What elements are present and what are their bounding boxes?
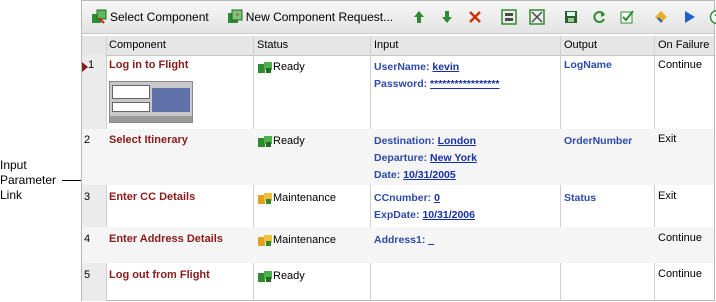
component-status: Maintenance	[257, 190, 336, 206]
on-failure-value[interactable]: Continue	[658, 232, 702, 244]
on-failure-value[interactable]: Continue	[658, 59, 702, 71]
input-parameter: Address1: _	[374, 234, 435, 246]
component-row[interactable]: 3 Enter CC Details Maintenance CCnumber:…	[82, 185, 714, 227]
row-number: 1	[88, 59, 95, 71]
checkbox-check-icon	[619, 9, 635, 25]
component-name[interactable]: Log out from Flight	[109, 269, 210, 281]
on-failure-value[interactable]: Exit	[658, 190, 676, 202]
input-parameters: UserName: kevin Password: **************…	[374, 59, 500, 93]
component-snapshot-thumbnail[interactable]	[109, 81, 193, 123]
input-parameter-link[interactable]: kevin	[432, 61, 459, 73]
column-header-input[interactable]: Input	[374, 39, 398, 51]
component-ready-icon	[257, 268, 273, 284]
input-parameter: Password: *****************	[374, 78, 500, 90]
save-button[interactable]	[558, 4, 584, 30]
component-name[interactable]: Enter Address Details	[109, 233, 223, 245]
column-header-output[interactable]: Output	[564, 39, 597, 51]
input-parameter: Destination: London	[374, 135, 477, 147]
output-parameter[interactable]: OrderNumber	[564, 135, 632, 147]
input-parameter: Departure: New York	[374, 152, 477, 164]
on-failure-value[interactable]: Continue	[658, 268, 702, 280]
svg-text:*: *	[236, 12, 239, 21]
move-down-button[interactable]	[434, 4, 460, 30]
select-component-icon	[91, 9, 107, 25]
row-number: 5	[84, 269, 91, 281]
run-button[interactable]	[676, 4, 702, 30]
output-parameter[interactable]: LogName	[564, 59, 612, 71]
toolbar: Select Component * New Component Request…	[82, 1, 716, 34]
component-name[interactable]: Enter CC Details	[109, 191, 195, 203]
input-parameter: ExpDate: 10/31/2006	[374, 209, 475, 221]
input-parameter-link[interactable]: New York	[430, 152, 477, 164]
component-status: Ready	[257, 268, 305, 284]
column-header-on-failure[interactable]: On Failure	[658, 39, 709, 51]
input-parameter-link[interactable]: 0	[434, 192, 440, 204]
grid-header: Component Status Input Output On Failure	[82, 36, 714, 56]
output-parameter[interactable]: Status	[564, 192, 596, 204]
input-parameters: Address1: _	[374, 232, 434, 249]
parameters-icon	[653, 9, 669, 25]
component-status: Maintenance	[257, 232, 336, 248]
callout-line-2: Parameter	[0, 173, 57, 187]
input-parameter-link[interactable]: 10/31/2005	[403, 169, 456, 181]
component-ready-icon	[257, 133, 273, 149]
component-ready-icon	[257, 59, 273, 75]
parameters-button[interactable]	[648, 4, 674, 30]
check-button[interactable]	[614, 4, 640, 30]
input-parameters: CCnumber: 0 ExpDate: 10/31/2006	[374, 190, 475, 224]
input-parameters: Destination: London Departure: New York …	[374, 133, 477, 184]
component-row[interactable]: 5 Log out from Flight Ready Continue	[82, 263, 714, 301]
ungroup-components-button[interactable]	[524, 4, 550, 30]
row-number: 3	[84, 191, 91, 203]
input-parameter-link[interactable]: 10/31/2006	[422, 209, 475, 221]
play-icon	[681, 9, 697, 25]
move-up-button[interactable]	[406, 4, 432, 30]
delete-x-icon	[467, 9, 483, 25]
component-status: Ready	[257, 133, 305, 149]
component-row[interactable]: 2 Select Itinerary Ready Destination: Lo…	[82, 129, 714, 185]
select-component-button[interactable]: Select Component	[86, 4, 214, 30]
row-number: 4	[84, 233, 91, 245]
callout-line-1: Input	[0, 158, 27, 172]
component-status: Ready	[257, 59, 305, 75]
input-parameter-link[interactable]: _	[428, 234, 434, 246]
arrow-down-icon	[439, 9, 455, 25]
on-failure-value[interactable]: Exit	[658, 133, 676, 145]
component-name[interactable]: Log in to Flight	[109, 59, 188, 71]
ungroup-icon	[529, 9, 545, 25]
input-parameter-link-callout: Input Parameter Link	[0, 158, 70, 203]
component-row[interactable]: 1 Log in to Flight Ready UserName: kevin…	[82, 59, 714, 129]
input-parameter: UserName: kevin	[374, 61, 460, 73]
help-icon: ?	[709, 9, 716, 25]
input-parameter: Date: 10/31/2005	[374, 169, 456, 181]
input-parameter-link[interactable]: London	[438, 135, 476, 147]
row-number: 2	[84, 134, 91, 146]
column-header-component[interactable]: Component	[109, 39, 166, 51]
component-row[interactable]: 4 Enter Address Details Maintenance Addr…	[82, 227, 714, 263]
group-components-button[interactable]	[496, 4, 522, 30]
group-icon	[501, 9, 517, 25]
column-header-status[interactable]: Status	[257, 39, 288, 51]
arrow-up-icon	[411, 9, 427, 25]
new-component-request-button[interactable]: * New Component Request...	[222, 4, 398, 30]
delete-button[interactable]	[462, 4, 488, 30]
refresh-button[interactable]	[586, 4, 612, 30]
callout-line-3: Link	[0, 188, 23, 202]
input-parameter-link[interactable]: *****************	[430, 78, 499, 90]
component-maintenance-icon	[257, 232, 273, 248]
help-button[interactable]: ?	[704, 4, 716, 30]
component-maintenance-icon	[257, 190, 273, 206]
refresh-icon	[591, 9, 607, 25]
new-component-request-icon: *	[227, 9, 243, 25]
save-disk-icon	[563, 9, 579, 25]
input-parameter: CCnumber: 0	[374, 192, 440, 204]
component-name[interactable]: Select Itinerary	[109, 134, 188, 146]
business-components-panel: Select Component * New Component Request…	[81, 0, 716, 301]
